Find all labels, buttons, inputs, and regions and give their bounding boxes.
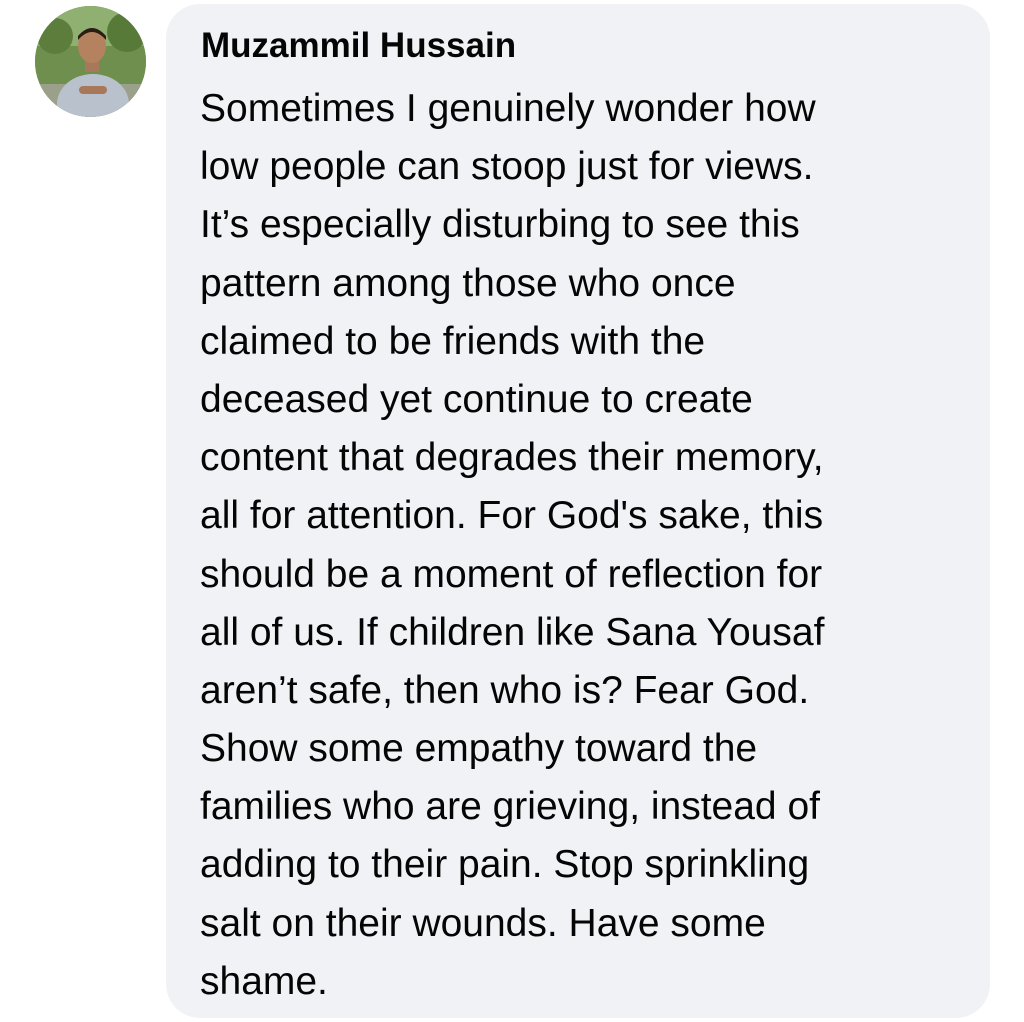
user-avatar-photo-icon — [35, 6, 146, 117]
comment-line: claimed to be friends with the — [200, 319, 706, 363]
comment-line: salt on their wounds. Have some — [200, 901, 766, 945]
avatar[interactable] — [35, 6, 146, 117]
comment-line: low people can stoop just for views. — [200, 145, 814, 189]
comment-line: all of us. If children like Sana Yousaf — [200, 610, 825, 654]
comment-line: all for attention. For God's sake, this — [200, 494, 824, 538]
author-name[interactable]: Muzammil Hussain — [201, 24, 516, 68]
comment-row: Muzammil Hussain Sometimes I genuinely w… — [0, 0, 1024, 1022]
comment-line: It’s especially disturbing to see this — [200, 203, 800, 247]
comment-line: Sometimes I genuinely wonder how — [200, 87, 816, 130]
comment-line: aren’t safe, then who is? Fear God. — [200, 668, 810, 712]
comment-line: content that degrades their memory, — [200, 436, 824, 480]
comment-line: families who are grieving, instead of — [200, 785, 820, 829]
comment-line: adding to their pain. Stop sprinkling — [200, 843, 810, 887]
comment-line: Show some empathy toward the — [200, 727, 758, 771]
comment-line: deceased yet continue to create — [200, 377, 753, 421]
comment-line: shame. — [200, 959, 328, 1003]
comment-line: pattern among those who once — [200, 261, 736, 305]
comment-line: should be a moment of reflection for — [200, 552, 823, 596]
comment-text: Sometimes I genuinely wonder how low peo… — [200, 80, 970, 1011]
